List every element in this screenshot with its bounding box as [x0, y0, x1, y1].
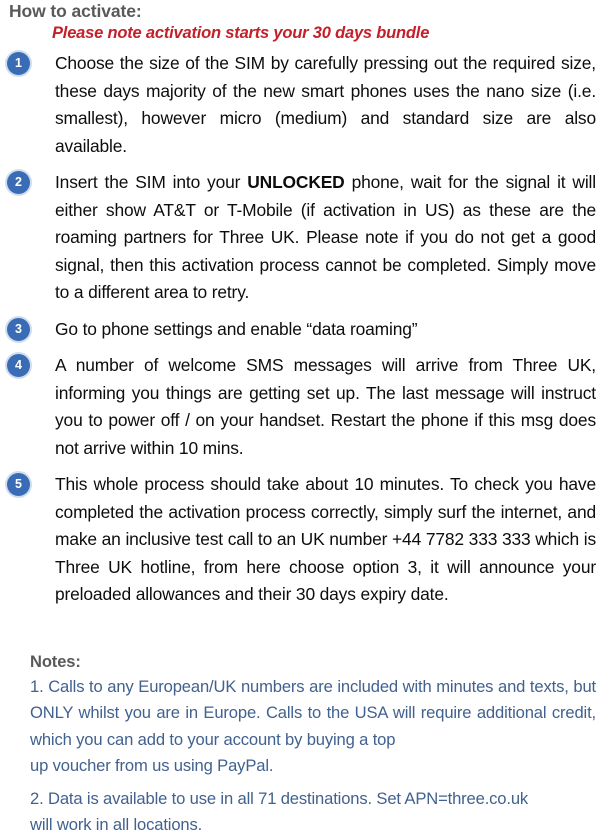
- step-text-2-emphasis: UNLOCKED: [247, 172, 345, 192]
- step-text-2: Insert the SIM into your UNLOCKED phone,…: [55, 169, 596, 307]
- step-text-5: This whole process should take about 10 …: [55, 471, 596, 609]
- step-number-badge-3: 3: [7, 317, 30, 341]
- steps-list: 1 Choose the size of the SIM by carefull…: [0, 50, 600, 618]
- note-item-1: 1. Calls to any European/UK numbers are …: [30, 674, 596, 779]
- step-item-2: 2 Insert the SIM into your UNLOCKED phon…: [0, 169, 600, 307]
- activation-instructions-page: How to activate: Please note activation …: [0, 0, 600, 834]
- notes-heading: Notes:: [30, 653, 81, 671]
- step-item-5: 5 This whole process should take about 1…: [0, 471, 600, 609]
- note-item-1-body: 1. Calls to any European/UK numbers are …: [30, 677, 596, 749]
- notes-section: Notes: 1. Calls to any European/UK numbe…: [0, 650, 600, 839]
- step-number-badge-5: 5: [7, 473, 30, 496]
- step-text-1-part-a: Choose the size of the SIM by carefully …: [55, 53, 596, 156]
- step-number-badge-4: 4: [7, 354, 30, 377]
- step-number-badge-2: 2: [7, 171, 30, 194]
- step-text-5-part-a: This whole process should take about 10 …: [55, 474, 596, 604]
- step-item-4: 4 A number of welcome SMS messages will …: [0, 352, 600, 462]
- step-text-3: Go to phone settings and enable “data ro…: [55, 316, 596, 344]
- step-item-1: 1 Choose the size of the SIM by carefull…: [0, 50, 600, 160]
- note-item-1-last-line: up voucher from us using PayPal.: [30, 755, 274, 775]
- step-text-3-part-a: Go to phone settings and enable “data ro…: [55, 318, 418, 339]
- step-item-3: 3 Go to phone settings and enable “data …: [0, 316, 600, 344]
- step-text-4-part-a: A number of welcome SMS messages will ar…: [55, 355, 596, 458]
- page-title: How to activate:: [9, 1, 142, 21]
- step-text-1: Choose the size of the SIM by carefully …: [55, 50, 596, 160]
- step-text-2-part-a: Insert the SIM into your: [55, 172, 248, 192]
- activation-warning-subtitle: Please note activation starts your 30 da…: [52, 24, 430, 42]
- note-item-2-body: 2. Data is available to use in all 71 de…: [30, 789, 529, 809]
- note-item-2: 2. Data is available to use in all 71 de…: [30, 786, 596, 839]
- step-text-4: A number of welcome SMS messages will ar…: [55, 352, 596, 462]
- step-number-badge-1: 1: [7, 52, 30, 75]
